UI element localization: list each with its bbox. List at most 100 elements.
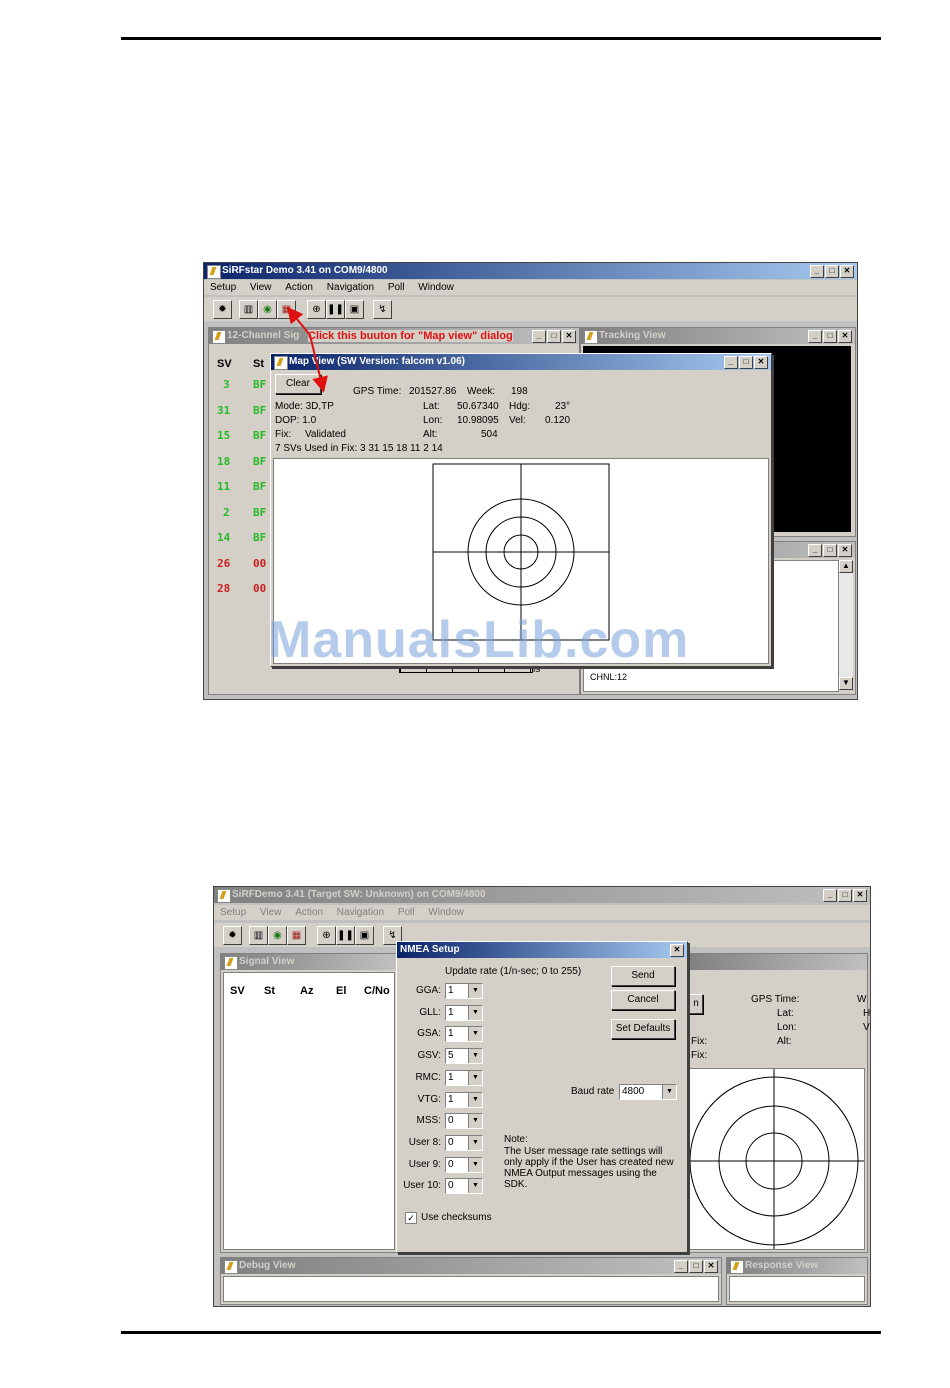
rate-select[interactable]: 5 ▼ (445, 1048, 483, 1065)
debug-minimize-button[interactable]: _ (674, 1260, 688, 1273)
debug-view-window: Debug View _ □ ✕ (220, 1257, 722, 1305)
week-label: Week: (467, 386, 496, 397)
output-maximize-button[interactable]: □ (823, 544, 837, 557)
rate-dropdown-icon[interactable]: ▼ (468, 1049, 482, 1064)
rate-dropdown-icon[interactable]: ▼ (468, 1027, 482, 1042)
switch-icon[interactable]: ↯ (373, 300, 392, 319)
close-button-2[interactable]: ✕ (853, 889, 867, 902)
sv-header: SV (217, 358, 232, 370)
baud-dropdown-icon[interactable]: ▼ (662, 1085, 676, 1099)
radar-icon[interactable]: ◉ (258, 300, 277, 319)
menu-poll[interactable]: Poll (388, 282, 405, 293)
nmea-setup-dialog: NMEA Setup ✕ Update rate (1/n-sec; 0 to … (396, 941, 688, 1253)
rate-dropdown-icon[interactable]: ▼ (468, 1005, 482, 1020)
debug-maximize-button[interactable]: □ (689, 1260, 703, 1273)
map-close-button[interactable]: ✕ (754, 356, 768, 369)
channel-maximize-button[interactable]: □ (547, 330, 561, 343)
sv-status: BF (253, 403, 267, 417)
debug-close-button[interactable]: ✕ (704, 1260, 718, 1273)
menu-window[interactable]: Window (418, 282, 454, 293)
signal-view-icon[interactable]: ▥ (239, 300, 258, 319)
rate-dropdown-icon[interactable]: ▼ (468, 1135, 482, 1150)
output-minimize-button[interactable]: _ (808, 544, 822, 557)
radar-icon-2[interactable]: ◉ (268, 926, 287, 945)
close-button[interactable]: ✕ (840, 265, 854, 278)
rate-value: 1 (448, 1028, 454, 1040)
output-scrollbar[interactable]: ▲ ▼ (838, 560, 853, 690)
hdg-label: Hdg: (509, 401, 531, 412)
rate-dropdown-icon[interactable]: ▼ (468, 1179, 482, 1194)
rate-select[interactable]: 1 ▼ (445, 983, 483, 999)
sv-status: BF (253, 531, 267, 544)
minimize-button-2[interactable]: _ (823, 889, 837, 902)
scroll-down-icon[interactable]: ▼ (839, 677, 853, 690)
maximize-button[interactable]: □ (825, 265, 839, 278)
baud-rate-select[interactable]: 4800 ▼ (619, 1084, 677, 1100)
rate-value: 0 (448, 1115, 454, 1127)
minimize-button[interactable]: _ (810, 265, 824, 278)
sv-number: 15 (217, 429, 231, 442)
menu-setup-2[interactable]: Setup (220, 907, 246, 918)
save-icon[interactable]: ▣ (345, 300, 364, 319)
rate-value: 1 (448, 1006, 454, 1018)
menu-window-2[interactable]: Window (428, 907, 464, 918)
scroll-up-icon[interactable]: ▲ (839, 560, 853, 573)
map-maximize-button[interactable]: □ (739, 356, 753, 369)
signal-view-icon-2[interactable]: ▥ (249, 926, 268, 945)
fix-label-b: Fix: (691, 1050, 708, 1061)
menu-navigation-2[interactable]: Navigation (337, 907, 384, 918)
nmea-close-button[interactable]: ✕ (670, 944, 684, 957)
menu-view[interactable]: View (250, 282, 272, 293)
rate-select[interactable]: 0 ▼ (445, 1178, 483, 1195)
rate-select[interactable]: 1 ▼ (445, 1026, 483, 1043)
menubar: Setup View Action Navigation Poll Window (204, 280, 857, 295)
maximize-button-2[interactable]: □ (838, 889, 852, 902)
tracking-minimize-button[interactable]: _ (808, 330, 822, 343)
menu-action-2[interactable]: Action (295, 907, 323, 918)
rate-select[interactable]: 1 ▼ (445, 1004, 483, 1021)
map-minimize-button[interactable]: _ (724, 356, 738, 369)
response-view-title-icon (730, 1260, 744, 1274)
partial-button[interactable]: n (689, 994, 703, 1014)
send-button[interactable]: Send (611, 966, 675, 986)
rate-select[interactable]: 1 ▼ (445, 1091, 483, 1108)
pause-icon-2[interactable]: ❚❚ (336, 926, 355, 945)
tracking-titlebar: Tracking View _ □ ✕ (581, 328, 855, 344)
menu-view-2[interactable]: View (260, 907, 282, 918)
rate-dropdown-icon[interactable]: ▼ (468, 1114, 482, 1129)
baud-rate-value: 4800 (622, 1086, 645, 1097)
channel-minimize-button[interactable]: _ (532, 330, 546, 343)
save-icon-2[interactable]: ▣ (355, 926, 374, 945)
gear-icon[interactable]: ✹ (213, 300, 232, 319)
tracking-maximize-button[interactable]: □ (823, 330, 837, 343)
rate-select[interactable]: 1 ▼ (445, 1069, 483, 1086)
signal-header-st: St (264, 985, 275, 997)
rate-dropdown-icon[interactable]: ▼ (468, 1070, 482, 1085)
menu-setup[interactable]: Setup (210, 282, 236, 293)
map-view-icon-2[interactable]: ▦ (287, 926, 306, 945)
sv-number: 11 (217, 480, 231, 493)
signal-view-title-icon (224, 956, 238, 970)
rate-select[interactable]: 0 ▼ (445, 1156, 483, 1173)
menu-action[interactable]: Action (285, 282, 313, 293)
set-defaults-button[interactable]: Set Defaults (611, 1019, 675, 1039)
channel-close-button[interactable]: ✕ (562, 330, 576, 343)
rate-select[interactable]: 0 ▼ (445, 1134, 483, 1151)
tracking-close-button[interactable]: ✕ (838, 330, 852, 343)
rate-dropdown-icon[interactable]: ▼ (468, 1092, 482, 1107)
rate-select[interactable]: 0 ▼ (445, 1113, 483, 1130)
signal-view-titlebar: Signal View (221, 954, 397, 970)
gear-icon-2[interactable]: ✹ (223, 926, 242, 945)
main-title: SiRFstar Demo 3.41 on COM9/4800 (222, 265, 388, 276)
menu-navigation[interactable]: Navigation (327, 282, 374, 293)
rate-label: GSV: (417, 1050, 441, 1062)
menu-poll-2[interactable]: Poll (398, 907, 415, 918)
sv-status: BF (253, 454, 267, 468)
use-checksums-checkbox[interactable]: ✓ (405, 1212, 417, 1224)
rate-dropdown-icon[interactable]: ▼ (468, 1157, 482, 1172)
output-close-button[interactable]: ✕ (838, 544, 852, 557)
rate-dropdown-icon[interactable]: ▼ (468, 984, 482, 998)
sv-status: BF (253, 505, 267, 519)
connect-icon-2[interactable]: ⊕ (317, 926, 336, 945)
cancel-button[interactable]: Cancel (611, 990, 675, 1010)
